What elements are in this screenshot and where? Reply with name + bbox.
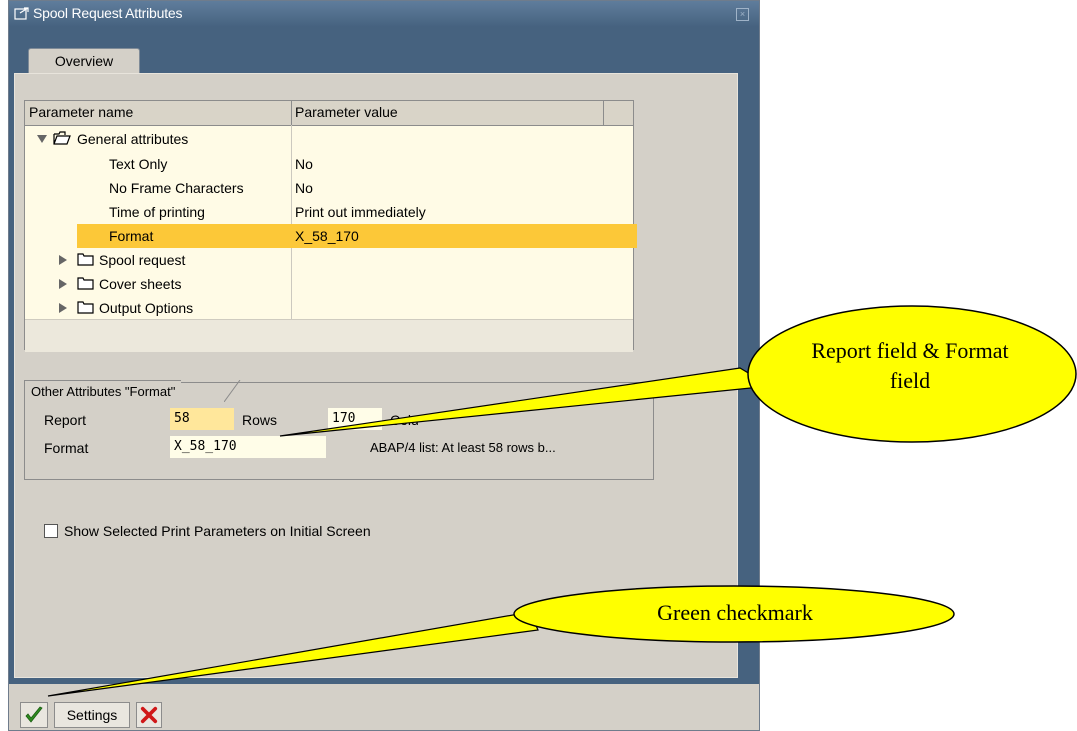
folder-icon: [77, 253, 94, 266]
tree-row-text-only[interactable]: Text Only No: [25, 152, 633, 176]
folder-icon: [77, 301, 94, 314]
green-checkmark-icon: [25, 706, 43, 723]
dialog-icon: [14, 7, 29, 20]
tree-header: Parameter name Parameter value: [25, 101, 633, 126]
column-header-parameter-value[interactable]: Parameter value: [295, 104, 398, 120]
tree-row-time-of-printing[interactable]: Time of printing Print out immediately: [25, 200, 633, 224]
report-format-callout-text: Report field & Format field: [811, 338, 1009, 393]
tree-row-spool-request[interactable]: Spool request: [25, 248, 633, 272]
collapsed-arrow-icon[interactable]: [59, 303, 67, 313]
report-label: Report: [44, 412, 87, 428]
tree-row-format[interactable]: Format X_58_170: [25, 224, 637, 248]
column-header-parameter-name[interactable]: Parameter name: [29, 104, 133, 120]
tree-row-label: Text Only: [109, 156, 168, 172]
tree-row-value: No: [295, 180, 313, 196]
collapsed-arrow-icon[interactable]: [59, 279, 67, 289]
continue-button[interactable]: [20, 702, 48, 728]
show-print-params-label: Show Selected Print Parameters on Initia…: [64, 523, 371, 539]
tab-overview[interactable]: Overview: [28, 48, 140, 74]
title-bar[interactable]: Spool Request Attributes ×: [9, 1, 759, 27]
tree-row-cover-sheets[interactable]: Cover sheets: [25, 272, 633, 296]
close-icon[interactable]: ×: [736, 8, 749, 21]
tree-row-label: No Frame Characters: [109, 180, 244, 196]
tree-row-value: Print out immediately: [295, 204, 426, 220]
settings-label: Settings: [66, 707, 118, 723]
tree-row-label: Output Options: [99, 300, 194, 316]
checkmark-callout-text: Green checkmark: [657, 600, 813, 625]
window-title: Spool Request Attributes: [33, 5, 183, 21]
format-label: Format: [44, 440, 89, 456]
collapsed-arrow-icon[interactable]: [59, 255, 67, 265]
tree-row-value: X_58_170: [295, 228, 359, 244]
report-field[interactable]: 58: [170, 408, 234, 430]
tree-row-label: General attributes: [77, 131, 189, 147]
red-x-icon: [140, 706, 158, 724]
tree-row-label: Time of printing: [109, 204, 205, 220]
show-print-params-checkbox[interactable]: [44, 524, 58, 538]
tree-row-general-attributes[interactable]: General attributes: [25, 127, 633, 151]
tree-row-no-frame-characters[interactable]: No Frame Characters No: [25, 176, 633, 200]
tree-row-label: Spool request: [99, 252, 186, 268]
group-title: Other Attributes "Format": [24, 380, 182, 403]
tree-row-label: Cover sheets: [99, 276, 182, 292]
folder-icon: [77, 277, 94, 290]
expanded-arrow-icon[interactable]: [37, 135, 47, 143]
cancel-button[interactable]: [136, 702, 162, 728]
tab-overview-label: Overview: [54, 53, 114, 69]
settings-button[interactable]: Settings: [54, 702, 130, 728]
group-title-edge: [224, 380, 241, 402]
tree-row-value: No: [295, 156, 313, 172]
tree-row-label: Format: [109, 228, 154, 244]
open-folder-icon: [53, 131, 71, 145]
